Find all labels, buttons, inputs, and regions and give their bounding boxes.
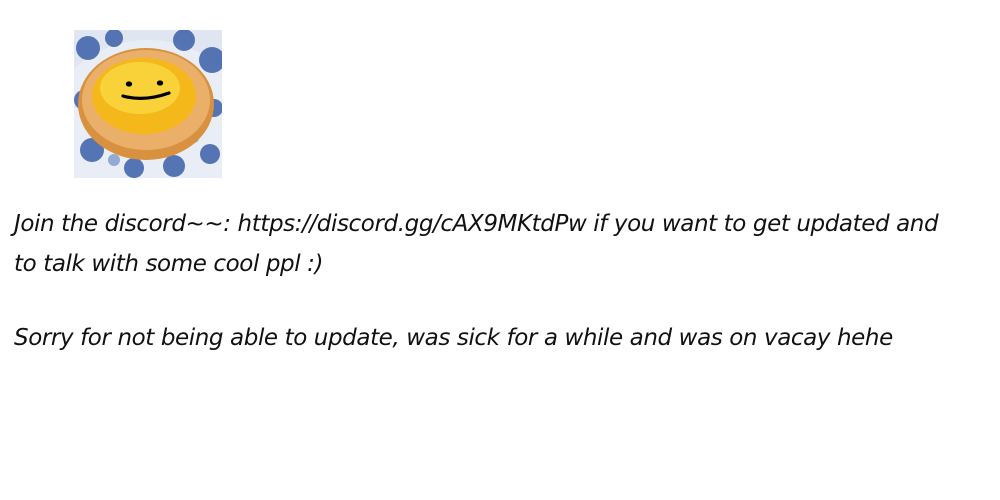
post-line-discord: Join the discord~~: https://discord.gg/c… bbox=[14, 211, 939, 237]
post-line-talk: to talk with some cool ppl :) bbox=[14, 251, 324, 277]
post-line-apology: Sorry for not being able to update, was … bbox=[14, 325, 893, 351]
egg-tart-smiley-icon bbox=[74, 30, 222, 178]
avatar-image bbox=[74, 30, 222, 178]
post-body: Join the discord~~: https://discord.gg/c… bbox=[14, 204, 994, 358]
